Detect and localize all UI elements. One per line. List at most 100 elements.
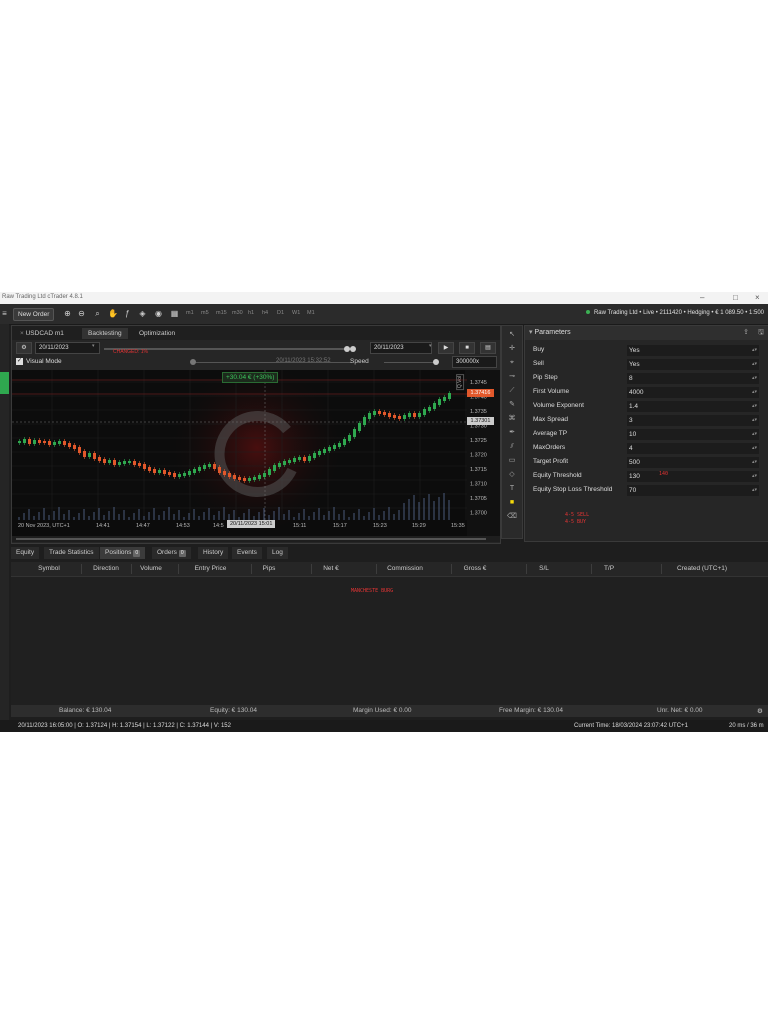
indicator-icon[interactable]: ƒ	[123, 309, 132, 318]
spinner-icon[interactable]: ▴▾	[752, 401, 757, 412]
timeframe-h4[interactable]: h4	[262, 310, 268, 316]
tab-optimization[interactable]: Optimization	[133, 328, 181, 339]
tab-orders[interactable]: Orders 0	[152, 547, 191, 559]
timeframe-m30[interactable]: m30	[232, 310, 243, 316]
settings-gear-icon[interactable]: ⚙	[16, 342, 32, 354]
new-order-button[interactable]: New Order	[13, 308, 55, 321]
start-date-field[interactable]: 20/11/2023	[35, 342, 100, 354]
column-header[interactable]: Symbol	[31, 565, 67, 572]
save-params-icon[interactable]: 🖫	[758, 326, 764, 340]
spinner-icon[interactable]: ▴▾	[752, 359, 757, 370]
maximize-icon[interactable]: □	[733, 293, 738, 302]
tab-backtesting[interactable]: Backtesting	[82, 328, 128, 339]
range-end-knob-2[interactable]	[350, 346, 356, 352]
column-header[interactable]: Created (UTC+1)	[666, 565, 738, 572]
column-header[interactable]: Volume	[136, 565, 166, 572]
param-value-field[interactable]: 4000 ▴▾	[627, 387, 759, 398]
param-value-field[interactable]: 8 ▴▾	[627, 373, 759, 384]
param-value-field[interactable]: 4 ▴▾	[627, 443, 759, 454]
column-header[interactable]: Pips	[256, 565, 282, 572]
param-value-field[interactable]: 130 ▴▾	[627, 471, 759, 482]
end-date-field[interactable]: 20/11/2023	[370, 342, 432, 354]
timeframe-h1[interactable]: h1	[248, 310, 254, 316]
column-header[interactable]: Entry Price	[183, 565, 238, 572]
pen-icon[interactable]: ✒	[507, 428, 517, 438]
spinner-icon[interactable]: ▴▾	[752, 387, 757, 398]
minimize-icon[interactable]: –	[700, 293, 704, 302]
tab-events[interactable]: Events	[232, 547, 262, 559]
tab-history[interactable]: History	[198, 547, 229, 559]
param-value-field[interactable]: Yes ▴▾	[627, 345, 759, 356]
chart-horizontal-scrollbar[interactable]	[12, 536, 500, 542]
spinner-icon[interactable]: ▴▾	[752, 457, 757, 468]
speed-knob[interactable]	[433, 359, 439, 365]
ellipse-icon[interactable]: ◇	[507, 470, 517, 480]
timeframe-d1[interactable]: D1	[277, 310, 284, 316]
param-value-field[interactable]: 1.4 ▴▾	[627, 401, 759, 412]
start-date-dropdown-icon[interactable]: ▾	[92, 343, 95, 349]
zoom-in-icon[interactable]: ⊕	[63, 309, 72, 318]
layers-icon[interactable]: ◈	[138, 309, 147, 318]
column-header[interactable]: T/P	[596, 565, 622, 572]
price-chart[interactable]: 1.3745 1.3740 1.3735 1.3730 1.3725 1.3720 1.37…	[12, 370, 500, 536]
column-header[interactable]: Commission	[381, 565, 429, 572]
crosshair-icon[interactable]: ✛	[507, 344, 517, 354]
tab-equity[interactable]: Equity	[11, 547, 40, 559]
spinner-icon[interactable]: ▴▾	[752, 471, 757, 482]
spinner-icon[interactable]: ▴▾	[752, 429, 757, 440]
timeframe-w1[interactable]: W1	[292, 310, 300, 316]
magnifier-icon[interactable]: ⌕	[93, 309, 102, 318]
account-info[interactable]: Raw Trading Ltd • Live • 2111420 • Hedgi…	[585, 310, 764, 316]
close-icon[interactable]: ×	[755, 293, 760, 302]
timeframe-mn1[interactable]: M1	[307, 310, 315, 316]
tab-symbol[interactable]: × USDCAD m1	[14, 328, 70, 339]
chart-view-button[interactable]: ▤	[480, 342, 496, 354]
column-header[interactable]: Net €	[316, 565, 346, 572]
fib-icon[interactable]: ⌘	[507, 414, 517, 424]
spinner-icon[interactable]: ▴▾	[752, 373, 757, 384]
rectangle-icon[interactable]: ▭	[507, 456, 517, 466]
timeframe-m15[interactable]: m15	[216, 310, 227, 316]
text-icon[interactable]: T	[507, 484, 517, 494]
horizontal-line-icon[interactable]: ⊸	[507, 372, 517, 382]
timeframe-m5[interactable]: m5	[201, 310, 209, 316]
tab-log[interactable]: Log	[267, 547, 288, 559]
param-value-field[interactable]: 70 ▴▾	[627, 485, 759, 496]
quick-volume-tag[interactable]: Q.Vol	[456, 373, 465, 391]
timeframe-m1[interactable]: m1	[186, 310, 194, 316]
pointer-icon[interactable]: ↖	[507, 330, 517, 340]
summary-settings-icon[interactable]: ⚙	[757, 707, 763, 715]
spinner-icon[interactable]: ▴▾	[752, 443, 757, 454]
play-button[interactable]: ▶	[438, 342, 454, 354]
menu-icon[interactable]: ≡	[0, 309, 9, 318]
param-value-field[interactable]: 10 ▴▾	[627, 429, 759, 440]
end-date-dropdown-icon[interactable]: ▾	[429, 343, 432, 349]
current-time-readout[interactable]: Current Time: 18/03/2024 23:07:42 UTC+1	[574, 723, 688, 729]
zoom-out-icon[interactable]: ⊖	[77, 309, 86, 318]
spinner-icon[interactable]: ▴▾	[752, 485, 757, 496]
param-value-field[interactable]: 3 ▴▾	[627, 415, 759, 426]
stop-button[interactable]: ■	[459, 342, 475, 354]
tab-positions[interactable]: Positions 0	[100, 547, 146, 559]
param-value-field[interactable]: 500 ▴▾	[627, 457, 759, 468]
eye-icon[interactable]: ◉	[154, 309, 163, 318]
channel-icon[interactable]: ⫽	[507, 442, 517, 452]
spinner-icon[interactable]: ▴▾	[752, 415, 757, 426]
template-icon[interactable]: ▦	[170, 309, 179, 318]
speed-value-field[interactable]: 300000x	[452, 356, 497, 368]
spinner-icon[interactable]: ▴▾	[752, 345, 757, 356]
column-header[interactable]: S/L	[531, 565, 557, 572]
column-header[interactable]: Gross €	[456, 565, 494, 572]
pencil-icon[interactable]: ✎	[507, 400, 517, 410]
param-value-field[interactable]: Yes ▴▾	[627, 359, 759, 370]
load-params-icon[interactable]: ⇪	[743, 326, 749, 340]
collapse-icon[interactable]: ▾	[529, 329, 533, 336]
tab-trade-statistics[interactable]: Trade Statistics	[44, 547, 99, 559]
trendline-icon[interactable]: ⟋	[507, 386, 517, 396]
delete-icon[interactable]: ⌫	[507, 512, 517, 522]
close-tab-icon[interactable]: ×	[20, 330, 24, 337]
crosshair-alt-icon[interactable]: ⌖	[507, 358, 517, 368]
progress-knob[interactable]	[190, 359, 196, 365]
column-header[interactable]: Direction	[86, 565, 126, 572]
hand-icon[interactable]: ✋	[108, 309, 118, 318]
